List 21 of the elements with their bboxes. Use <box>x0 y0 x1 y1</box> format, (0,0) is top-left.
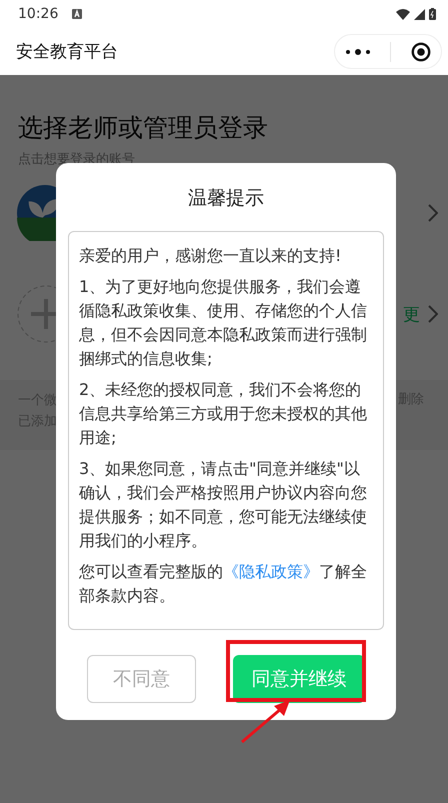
policy-paragraph: 2、未经您的授权同意，我们不会将您的信息共享给第三方或用于您未授权的其他用途; <box>79 379 368 449</box>
change-link[interactable]: 更 <box>403 302 420 326</box>
dialog-title: 温馨提示 <box>187 186 265 211</box>
policy-paragraph: 3、如果您同意，请点击"同意并继续"以确认，我们会严格按照用户协议内容向您提供服务；如不同意，您可能无法继续使用我们的小程序。 <box>79 458 368 552</box>
more-icon[interactable] <box>344 48 371 56</box>
chevron-right-icon <box>428 305 438 323</box>
wifi-icon <box>396 8 410 20</box>
policy-paragraph: 您可以查看完整版的《隐私政策》了解全部条款内容。 <box>79 561 368 607</box>
status-time: 10:26 <box>18 6 58 22</box>
notification-icon <box>72 9 82 19</box>
nav-title: 安全教育平台 <box>16 41 119 63</box>
close-target-icon[interactable] <box>411 42 432 62</box>
policy-paragraph: 亲爱的用户，感谢您一直以来的支持! <box>79 245 342 267</box>
disagree-button[interactable]: 不同意 <box>87 655 196 703</box>
page-title: 选择老师或管理员登录 <box>17 112 269 144</box>
policy-paragraph: 1、为了更好地向您提供服务，我们会遵循隐私政策收集、使用、存储您的个人信息，但不会因同意本隐私政策而进行强制捆绑式的信息收集; <box>79 276 368 370</box>
agree-button[interactable]: 同意并继续 <box>233 655 365 703</box>
battery-icon <box>429 8 436 20</box>
privacy-policy-link[interactable]: 《隐私政策》 <box>223 562 319 581</box>
chevron-right-icon <box>428 204 438 222</box>
signal-icon <box>414 8 425 20</box>
